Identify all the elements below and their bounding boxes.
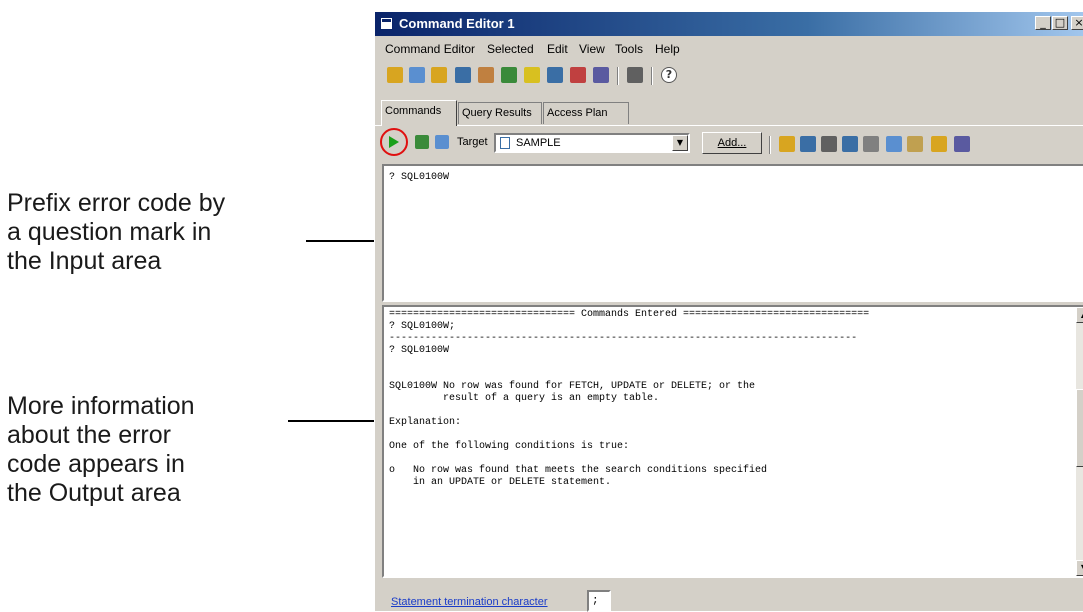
tab-commands[interactable]: Commands <box>381 100 457 126</box>
command-output-text: =============================== Commands… <box>389 309 870 488</box>
replication-center-icon[interactable] <box>409 67 425 83</box>
cut-icon[interactable] <box>863 136 879 152</box>
toolbar-separator <box>769 136 771 154</box>
target-database-value: SAMPLE <box>516 137 561 149</box>
statement-termination-link[interactable]: Statement termination character <box>391 596 548 608</box>
close-button[interactable]: × <box>1071 16 1083 30</box>
tab-query-results[interactable]: Query Results <box>458 102 542 124</box>
menu-help[interactable]: Help <box>655 42 680 56</box>
command-input-area[interactable]: ? SQL0100W <box>382 164 1083 302</box>
menu-tools[interactable]: Tools <box>615 42 643 56</box>
maximize-button[interactable]: □ <box>1052 16 1068 30</box>
scroll-down-icon[interactable]: ▼ <box>1076 560 1083 576</box>
satellite-admin-icon[interactable] <box>431 67 447 83</box>
tools-settings-icon[interactable] <box>627 67 643 83</box>
run-step-icon[interactable] <box>415 135 429 149</box>
command-output-area[interactable]: =============================== Commands… <box>382 305 1083 578</box>
target-database-select[interactable]: SAMPLE ▼ <box>494 133 690 153</box>
copy-icon[interactable] <box>886 136 902 152</box>
control-center-icon[interactable] <box>387 67 403 83</box>
commands-toolbar: Target SAMPLE ▼ Add... <box>375 128 1083 160</box>
add-button[interactable]: Add... <box>702 132 762 154</box>
window-app-icon <box>380 17 393 30</box>
title-bar[interactable]: Command Editor 1 _ □ × <box>375 12 1083 36</box>
save-icon[interactable] <box>800 136 816 152</box>
output-scrollbar[interactable]: ▲ ▼ <box>1076 307 1083 576</box>
minimize-button[interactable]: _ <box>1035 16 1051 30</box>
menu-view[interactable]: View <box>579 42 605 56</box>
find-icon[interactable] <box>842 136 858 152</box>
scroll-thumb[interactable] <box>1076 389 1083 467</box>
print-icon[interactable] <box>821 136 837 152</box>
menu-selected[interactable]: Selected <box>487 42 534 56</box>
termination-character-field[interactable]: ; <box>587 590 611 612</box>
command-editor-window: Command Editor 1 _ □ × Command Editor Se… <box>374 11 1083 612</box>
tab-access-plan[interactable]: Access Plan <box>543 102 629 124</box>
run-play-icon[interactable] <box>389 136 399 148</box>
window-title: Command Editor 1 <box>399 16 515 31</box>
target-label: Target <box>457 136 488 148</box>
explain-icon[interactable] <box>435 135 449 149</box>
configuration-assistant-icon[interactable] <box>593 67 609 83</box>
health-center-icon[interactable] <box>501 67 517 83</box>
toolbar-separator <box>651 67 653 85</box>
tab-divider <box>375 125 1083 126</box>
output-area-annotation: More information about the error code ap… <box>7 392 195 507</box>
task-center-icon[interactable] <box>478 67 494 83</box>
help-icon[interactable]: ? <box>661 67 677 83</box>
command-editor-icon[interactable] <box>455 67 471 83</box>
tools-toolbar: ? <box>375 63 1083 89</box>
scroll-up-icon[interactable]: ▲ <box>1076 307 1083 323</box>
input-area-annotation: Prefix error code by a question mark in … <box>7 189 226 275</box>
menu-bar: Command Editor Selected Edit View Tools … <box>375 39 1083 61</box>
database-icon <box>500 137 510 149</box>
paste-icon[interactable] <box>907 136 923 152</box>
menu-edit[interactable]: Edit <box>547 42 568 56</box>
memo-icon[interactable] <box>954 136 970 152</box>
development-center-icon[interactable] <box>570 67 586 83</box>
open-icon[interactable] <box>779 136 795 152</box>
menu-command-editor[interactable]: Command Editor <box>385 42 475 56</box>
command-input-text: ? SQL0100W <box>389 172 450 183</box>
toolbar-separator <box>617 67 619 85</box>
options-icon[interactable] <box>931 136 947 152</box>
chevron-down-icon[interactable]: ▼ <box>672 135 688 151</box>
license-center-icon[interactable] <box>547 67 563 83</box>
journal-icon[interactable] <box>524 67 540 83</box>
